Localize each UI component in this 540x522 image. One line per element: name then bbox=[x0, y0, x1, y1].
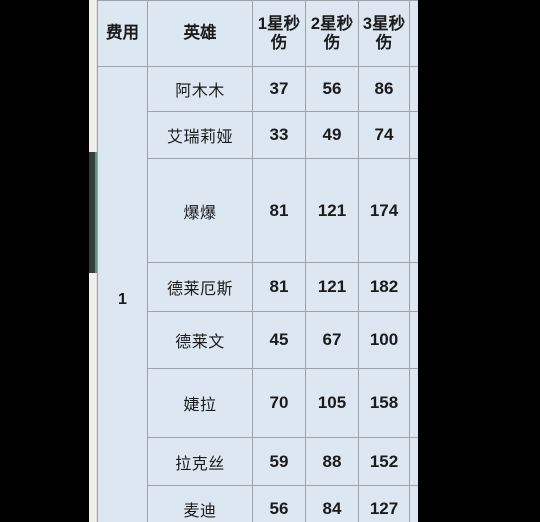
hero-name-cell: 艾瑞莉娅 bbox=[147, 111, 253, 159]
star2-damage-cell: 56 bbox=[305, 66, 359, 112]
column-header-cost: 费用 bbox=[97, 0, 148, 67]
row-filler-cell bbox=[409, 311, 418, 369]
star3-damage-cell: 127 bbox=[358, 485, 410, 522]
star1-damage-cell: 70 bbox=[252, 368, 306, 438]
hero-damage-table: 费用 英雄 1星秒伤 2星秒伤 3星秒伤 1 阿木木 37 56 86 艾瑞莉娅… bbox=[97, 0, 418, 522]
vertical-scrollbar-track[interactable] bbox=[89, 0, 97, 522]
row-filler-cell bbox=[409, 158, 418, 263]
star3-damage-cell: 152 bbox=[358, 437, 410, 486]
star2-damage-cell: 105 bbox=[305, 368, 359, 438]
row-filler-cell bbox=[409, 485, 418, 522]
table-row[interactable]: 1 阿木木 37 56 86 bbox=[97, 66, 418, 522]
star1-damage-cell: 59 bbox=[252, 437, 306, 486]
star2-damage-cell: 67 bbox=[305, 311, 359, 369]
spreadsheet-viewport: 费用 英雄 1星秒伤 2星秒伤 3星秒伤 1 阿木木 37 56 86 艾瑞莉娅… bbox=[97, 0, 418, 522]
row-filler-cell bbox=[409, 437, 418, 486]
table-header-row: 费用 英雄 1星秒伤 2星秒伤 3星秒伤 bbox=[97, 0, 418, 67]
header-filler-cell bbox=[409, 0, 418, 67]
star1-damage-cell: 45 bbox=[252, 311, 306, 369]
star1-damage-cell: 33 bbox=[252, 111, 306, 159]
hero-name-cell: 德莱厄斯 bbox=[147, 262, 253, 312]
star1-damage-cell: 56 bbox=[252, 485, 306, 522]
hero-name-cell: 爆爆 bbox=[147, 158, 253, 263]
hero-name-cell: 阿木木 bbox=[147, 66, 253, 112]
column-header-hero: 英雄 bbox=[147, 0, 253, 67]
row-filler-cell bbox=[409, 111, 418, 159]
star3-damage-cell: 74 bbox=[358, 111, 410, 159]
column-header-star2: 2星秒伤 bbox=[305, 0, 359, 67]
row-filler-cell bbox=[409, 262, 418, 312]
screen: 费用 英雄 1星秒伤 2星秒伤 3星秒伤 1 阿木木 37 56 86 艾瑞莉娅… bbox=[0, 0, 540, 522]
column-header-star1: 1星秒伤 bbox=[252, 0, 306, 67]
star3-damage-cell: 182 bbox=[358, 262, 410, 312]
star1-damage-cell: 81 bbox=[252, 158, 306, 263]
star1-damage-cell: 37 bbox=[252, 66, 306, 112]
star2-damage-cell: 49 bbox=[305, 111, 359, 159]
star1-damage-cell: 81 bbox=[252, 262, 306, 312]
star3-damage-cell: 100 bbox=[358, 311, 410, 369]
cost-group-cell: 1 bbox=[97, 66, 148, 522]
star3-damage-cell: 86 bbox=[358, 66, 410, 112]
row-filler-cell bbox=[409, 66, 418, 112]
hero-name-cell: 婕拉 bbox=[147, 368, 253, 438]
column-header-star3: 3星秒伤 bbox=[358, 0, 410, 67]
hero-name-cell: 德莱文 bbox=[147, 311, 253, 369]
star2-damage-cell: 121 bbox=[305, 262, 359, 312]
star3-damage-cell: 174 bbox=[358, 158, 410, 263]
row-filler-cell bbox=[409, 368, 418, 438]
star2-damage-cell: 88 bbox=[305, 437, 359, 486]
star3-damage-cell: 158 bbox=[358, 368, 410, 438]
hero-name-cell: 拉克丝 bbox=[147, 437, 253, 486]
table-body: 1 阿木木 37 56 86 艾瑞莉娅 33 49 74 爆爆 81 121 1… bbox=[97, 66, 418, 522]
hero-name-cell: 麦迪 bbox=[147, 485, 253, 522]
star2-damage-cell: 121 bbox=[305, 158, 359, 263]
star2-damage-cell: 84 bbox=[305, 485, 359, 522]
vertical-scrollbar-thumb[interactable] bbox=[89, 152, 97, 273]
